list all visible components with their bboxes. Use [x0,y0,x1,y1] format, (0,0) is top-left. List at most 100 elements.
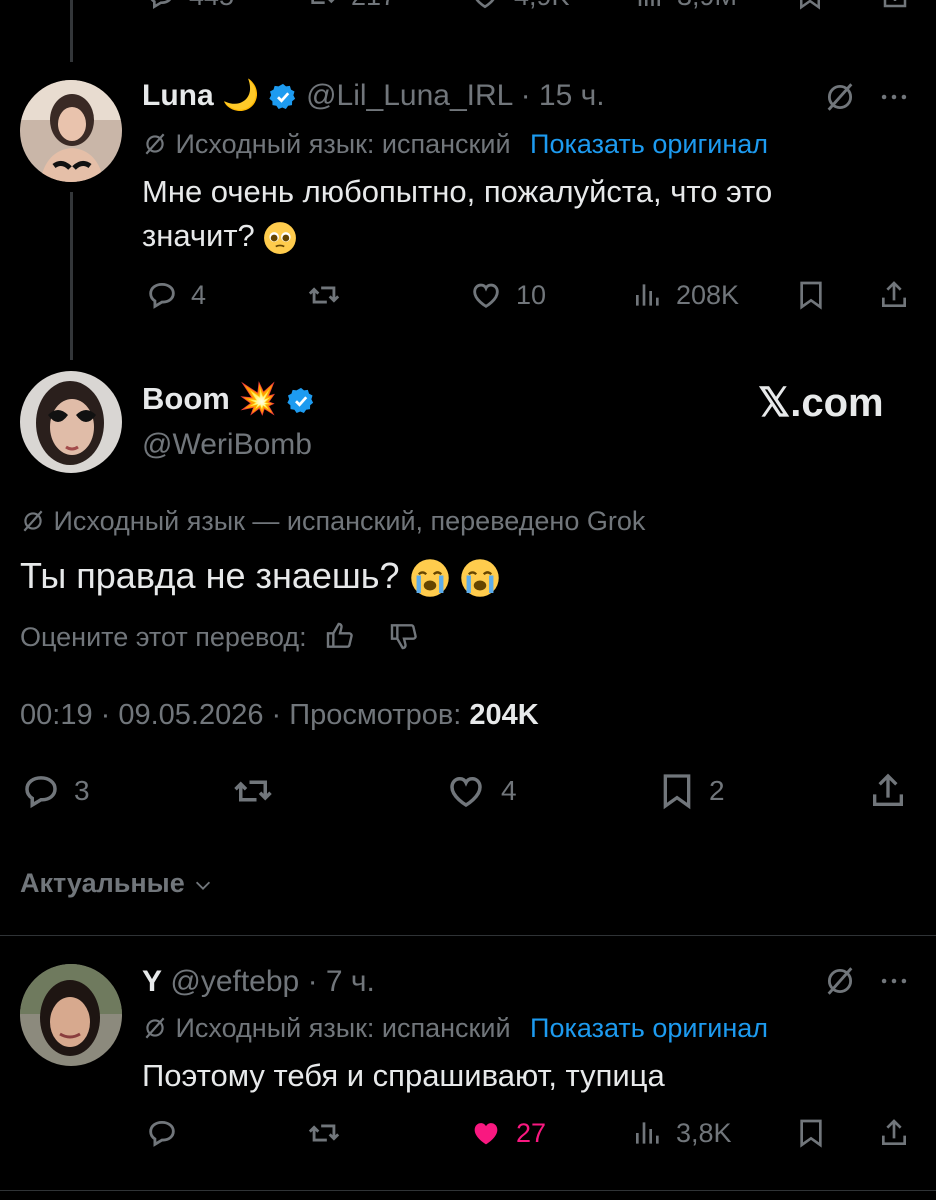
like-icon [474,1123,498,1145]
thumbs-up-icon[interactable] [324,620,356,652]
more-button[interactable] [876,964,912,1003]
share-button[interactable] [878,278,910,312]
tweet-header: Y @yeftebp · 7 ч. [142,962,375,1002]
display-name[interactable]: Luna [142,79,214,112]
reply-count: 4 [191,279,207,310]
views-button[interactable]: 208K [632,278,739,312]
crying-emoji [410,559,449,598]
bookmark-button[interactable] [795,1116,827,1150]
repost-button[interactable]: 217 [305,0,396,12]
thumbs-down-icon[interactable] [388,620,420,652]
verified-icon [287,387,313,413]
avatar[interactable] [20,80,122,182]
translation-note: Исходный язык: испанский [175,1013,511,1043]
grok-icon [23,510,43,532]
pleading-emoji [264,221,297,254]
like-button[interactable]: 4,9K [468,0,570,12]
grok-icon [827,83,853,111]
share-button[interactable] [878,1116,910,1150]
top-actions-row: 445 217 4,9K 3,9M [0,0,936,18]
reply-button[interactable]: 445 [145,0,234,12]
reply-count: 3 [74,775,90,806]
repost-icon [311,0,335,4]
reply-button[interactable]: 3 [20,770,90,812]
timestamp-row: 00:19 · 09.05.2026 · Просмотров: 204K [20,695,539,735]
handle[interactable]: @Lil_Luna_IRL [306,79,512,112]
repost-icon [308,286,340,304]
translation-row: Исходный язык: испанский Показать оригин… [142,1010,768,1046]
views-button[interactable]: 3,9M [635,0,737,12]
repost-button[interactable] [305,1116,343,1150]
reply-icon [150,0,171,10]
brand-watermark: 𝕏.com [758,381,884,425]
repost-icon [308,1124,340,1142]
grok-button[interactable] [822,964,858,1003]
reply-icon [149,282,175,309]
like-count: 4,9K [514,0,570,12]
divider [0,935,936,936]
share-icon [883,0,907,8]
like-icon [475,0,495,9]
tweet-text: Ты правда не знаешь? [20,551,500,601]
chevron-down-icon [196,881,211,890]
more-icon [881,978,907,984]
handle[interactable]: @WeriBomb [142,425,312,465]
display-name[interactable]: Y [142,965,162,998]
tweet-text-line1: Мне очень любопытно, пожалуйста, что это [142,174,773,209]
bookmark-icon [800,0,820,10]
crying-emoji [460,559,499,598]
translation-note: Исходный язык: испанский [175,129,511,159]
like-icon [473,283,499,308]
share-button[interactable] [868,770,908,812]
avatar[interactable] [20,371,122,473]
handle[interactable]: @yeftebp [170,965,299,998]
show-original-link[interactable]: Показать оригинал [530,129,768,159]
repost-button[interactable] [305,278,343,312]
tweet-text: Мне очень любопытно, пожалуйста, что это… [142,170,902,258]
bookmark-icon [800,1119,822,1148]
bookmark-button[interactable] [795,278,827,312]
display-name[interactable]: Boom [142,381,230,416]
timestamp[interactable]: · 7 ч. [308,965,375,998]
views-icon [636,1122,659,1144]
views-count: 3,8K [676,1117,732,1148]
like-count: 10 [516,279,547,310]
more-button[interactable] [876,80,912,119]
reply-count: 445 [189,0,234,12]
bookmark-button[interactable] [795,0,825,12]
sort-dropdown[interactable]: Актуальные [20,864,214,902]
grok-icon [145,1017,165,1039]
tweet-text-content: Ты правда не знаешь? [20,555,400,596]
repost-count: 217 [351,0,396,12]
tweet-header: Luna 🌙 @Lil_Luna_IRL · 15 ч. [142,76,605,116]
bookmark-button[interactable]: 2 [657,770,725,812]
grok-button[interactable] [822,80,858,119]
repost-button[interactable] [230,770,276,812]
share-button[interactable] [880,0,910,12]
more-icon [881,94,907,100]
like-button[interactable]: 27 [468,1116,546,1150]
timestamp[interactable]: 00:19 · 09.05.2026 · Просмотров: [20,699,461,731]
like-button[interactable]: 10 [468,278,546,312]
like-count: 4 [501,775,517,806]
rate-translation-row: Оцените этот перевод: [20,619,420,655]
share-icon [882,1119,906,1145]
timestamp[interactable]: · 15 ч. [521,79,605,112]
share-icon [882,281,906,307]
reply-button[interactable]: 4 [145,278,206,312]
reply-tweet[interactable]: Y @yeftebp · 7 ч. Исходный язык: испанск… [0,950,936,1180]
repost-icon [234,780,272,802]
verified-icon [269,83,295,110]
reply-button[interactable] [145,1116,179,1150]
tweet-luna[interactable]: Luna 🌙 @Lil_Luna_IRL · 15 ч. Исходный яз… [0,70,936,360]
views-button[interactable]: 3,8K [632,1116,732,1150]
like-button[interactable]: 4 [443,770,517,812]
reply-icon [149,1120,175,1147]
grok-icon [145,133,165,155]
show-original-link[interactable]: Показать оригинал [530,1013,768,1043]
tweet-text-line2: значит? [142,218,255,253]
grok-icon [827,967,853,995]
like-icon [450,776,482,808]
translation-note: Исходный язык — испанский, переведено Gr… [53,506,646,536]
avatar[interactable] [20,964,122,1066]
